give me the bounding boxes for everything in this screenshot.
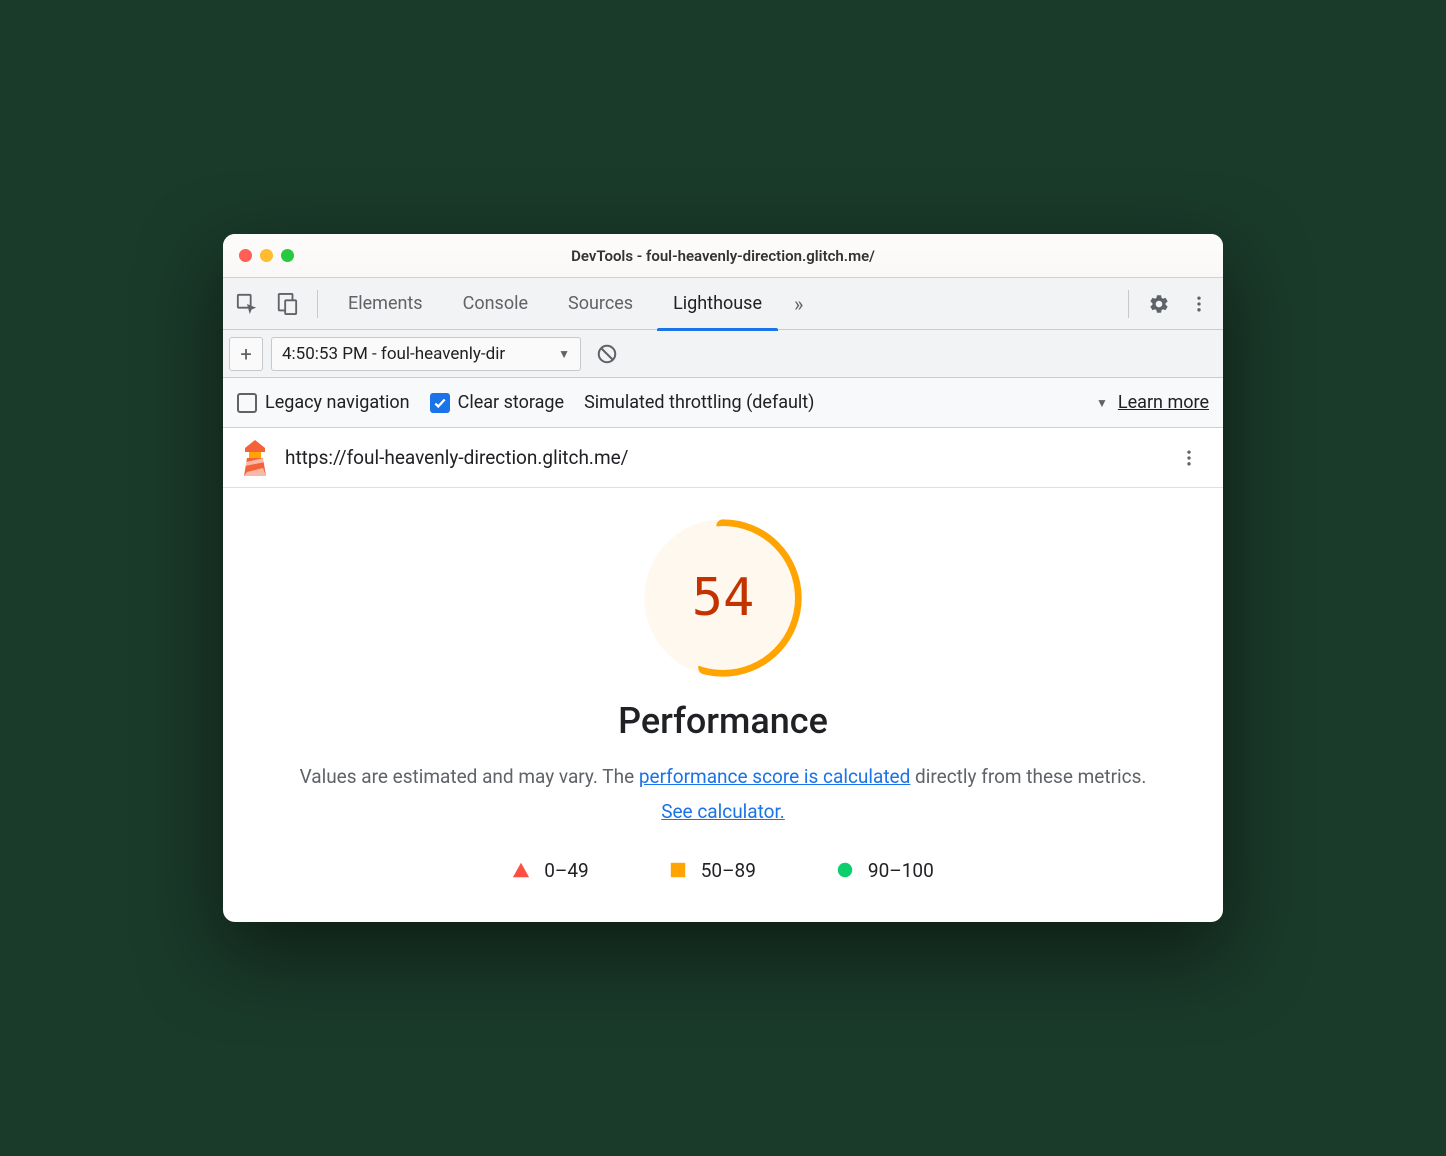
legend-fail-label: 0–49	[544, 859, 589, 882]
learn-more-link: Learn more	[1118, 392, 1209, 413]
triangle-fail-icon	[512, 861, 530, 879]
report-url: https://foul-heavenly-direction.glitch.m…	[285, 446, 629, 469]
clear-storage-checkbox[interactable]: Clear storage	[430, 392, 564, 413]
desc-text: directly from these metrics.	[910, 765, 1146, 788]
see-calculator-link[interactable]: See calculator.	[661, 800, 785, 823]
report-selector-label: 4:50:53 PM - foul-heavenly-dir	[282, 344, 552, 364]
performance-title: Performance	[283, 700, 1163, 742]
square-average-icon	[669, 861, 687, 879]
circle-pass-icon	[836, 861, 854, 879]
clear-storage-label: Clear storage	[458, 392, 564, 413]
tab-lighthouse[interactable]: Lighthouse	[655, 278, 780, 330]
devtools-tabs-row: Elements Console Sources Lighthouse »	[223, 278, 1223, 330]
tab-elements[interactable]: Elements	[330, 278, 441, 330]
more-options-icon[interactable]	[1181, 286, 1217, 322]
tab-console[interactable]: Console	[445, 278, 546, 330]
minimize-window-button[interactable]	[260, 249, 273, 262]
more-tabs-button[interactable]: »	[784, 292, 813, 316]
lighthouse-logo-icon	[239, 440, 271, 476]
window-titlebar: DevTools - foul-heavenly-direction.glitc…	[223, 234, 1223, 278]
tab-sources[interactable]: Sources	[550, 278, 651, 330]
checkbox-unchecked-icon	[237, 393, 257, 413]
report-url-row: https://foul-heavenly-direction.glitch.m…	[223, 428, 1223, 488]
report-tools-menu-icon[interactable]	[1171, 440, 1207, 476]
legend-item-pass: 90–100	[836, 859, 934, 882]
lighthouse-report-body: 54 Performance Values are estimated and …	[223, 488, 1223, 921]
score-calc-link[interactable]: performance score is calculated	[639, 765, 910, 788]
traffic-lights	[223, 249, 294, 262]
new-report-button[interactable]: +	[229, 337, 263, 371]
legend-item-fail: 0–49	[512, 859, 589, 882]
lighthouse-toolbar: + 4:50:53 PM - foul-heavenly-dir ▼	[223, 330, 1223, 378]
legacy-navigation-label: Legacy navigation	[265, 392, 410, 413]
performance-description: Values are estimated and may vary. The p…	[283, 760, 1163, 828]
close-window-button[interactable]	[239, 249, 252, 262]
performance-gauge[interactable]: 54	[643, 518, 803, 678]
report-selector[interactable]: 4:50:53 PM - foul-heavenly-dir ▼	[271, 337, 581, 371]
checkbox-checked-icon	[430, 393, 450, 413]
legend-pass-label: 90–100	[868, 859, 934, 882]
settings-gear-icon[interactable]	[1141, 286, 1177, 322]
chevron-down-icon: ▼	[1096, 396, 1108, 410]
divider	[1128, 290, 1129, 318]
inspect-element-icon[interactable]	[229, 286, 265, 322]
legend-avg-label: 50–89	[701, 859, 756, 882]
window-title: DevTools - foul-heavenly-direction.glitc…	[223, 247, 1223, 265]
lighthouse-options-row: Legacy navigation Clear storage Simulate…	[223, 378, 1223, 428]
devtools-window: DevTools - foul-heavenly-direction.glitc…	[223, 234, 1223, 921]
score-legend: 0–49 50–89 90–100	[283, 859, 1163, 882]
learn-more-link-wrap[interactable]: ▼ Learn more	[1096, 392, 1209, 413]
throttling-label: Simulated throttling (default)	[584, 392, 814, 413]
performance-score-value: 54	[643, 518, 803, 678]
legacy-navigation-checkbox[interactable]: Legacy navigation	[237, 392, 410, 413]
legend-item-average: 50–89	[669, 859, 756, 882]
device-toggle-icon[interactable]	[269, 286, 305, 322]
throttling-selector[interactable]: Simulated throttling (default)	[584, 392, 814, 413]
clear-report-icon[interactable]	[589, 336, 625, 372]
divider	[317, 290, 318, 318]
maximize-window-button[interactable]	[281, 249, 294, 262]
desc-text: Values are estimated and may vary. The	[300, 765, 639, 788]
chevron-down-icon: ▼	[558, 347, 570, 361]
